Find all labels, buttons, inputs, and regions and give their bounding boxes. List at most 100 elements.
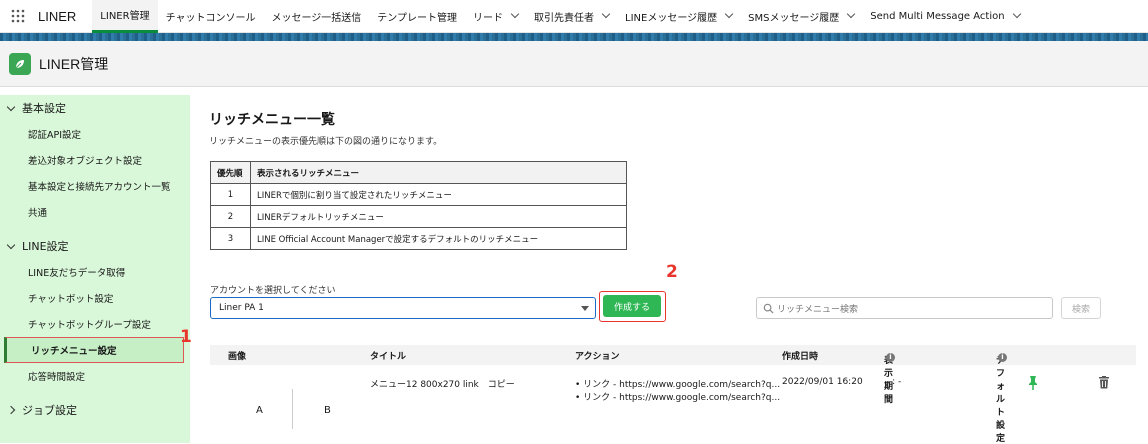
chevron-down-icon[interactable] (724, 9, 734, 19)
leaf-icon (9, 52, 31, 75)
sidebar-item-chatbot[interactable]: チャットボット設定 (0, 285, 190, 311)
nav-tab-bulk-send[interactable]: メッセージ一括送信 (263, 0, 369, 33)
table-cell: LINERデフォルトリッチメニュー (250, 205, 627, 228)
nav-tab-label: メッセージ一括送信 (271, 12, 362, 24)
nav-tab-label: LINER管理 (100, 11, 150, 22)
menu-title: メニュー12 800x270 link コピー (370, 380, 515, 390)
info-icon[interactable]: i (998, 353, 1007, 362)
table-row: 1 LINERで個別に割り当て設定されたリッチメニュー (210, 183, 627, 206)
table-cell: 2 (210, 205, 251, 228)
action-text: リンク - https://www.google.com/search?q... (583, 380, 781, 390)
table-row: 3 LINE Official Account Managerで設定するデフォル… (210, 227, 627, 250)
section-description: リッチメニューの表示優先順は下の図の通りになります。 (209, 137, 443, 147)
chevron-down-icon (6, 240, 16, 249)
sidebar-item-friend-data[interactable]: LINE友だちデータ取得 (0, 259, 190, 285)
sidebar-item-label: 基本設定と接続先アカウント一覧 (28, 182, 171, 193)
column-header-image: 画像 (228, 352, 247, 362)
account-select[interactable]: Liner PA 1 (210, 297, 596, 319)
rich-menu-search-input[interactable]: リッチメニュー検索 (756, 297, 1053, 319)
created-date: 2022/09/01 16:20 (782, 377, 863, 387)
page-header: LINER管理 (0, 41, 1148, 87)
table-header-row: 優先順 表示されるリッチメニュー (210, 161, 627, 184)
search-button-label: 検索 (1071, 304, 1090, 315)
sidebar-section-label: ジョブ設定 (22, 404, 77, 417)
main-content: リッチメニュー一覧 リッチメニューの表示優先順は下の図の通りになります。 優先順… (200, 95, 1148, 444)
app-launcher-icon[interactable] (4, 0, 32, 33)
app-name: LINER (38, 8, 77, 24)
sidebar-section-label: LINE設定 (22, 240, 69, 253)
table-cell: LINERで個別に割り当て設定されたリッチメニュー (250, 183, 627, 206)
table-cell: 3 (210, 227, 251, 250)
sidebar-item-label: 応答時間設定 (28, 372, 86, 383)
nav-tab-label: テンプレート管理 (377, 12, 457, 24)
menu-image-label-a: A (256, 405, 263, 416)
nav-tab-label: 取引先責任者 (534, 12, 594, 24)
pin-icon[interactable] (1028, 375, 1038, 391)
sidebar-item-label: 共通 (28, 208, 48, 219)
search-placeholder: リッチメニュー検索 (777, 304, 859, 315)
nav-tab-label: SMSメッセージ履歴 (748, 12, 840, 24)
table-cell: LINE Official Account Managerで設定するデフォルトの… (250, 227, 627, 250)
rich-menu-table-header: 画像 タイトル アクション 作成日時 表示期間i デフォルト設定i (210, 345, 1136, 444)
sidebar-section-label: 基本設定 (22, 102, 66, 115)
sidebar-item-chatbot-group[interactable]: チャットボットグループ設定 (0, 311, 190, 337)
sidebar-item-label: チャットボットグループ設定 (28, 320, 151, 331)
nav-tab-leads[interactable]: リード (465, 0, 526, 33)
create-button[interactable]: 作成する (603, 295, 661, 317)
nav-tab-sms-history[interactable]: SMSメッセージ履歴 (740, 0, 862, 33)
caret-down-icon (581, 306, 589, 311)
sidebar-section-line[interactable]: LINE設定 (0, 233, 190, 259)
sidebar-item-merge-object[interactable]: 差込対象オブジェクト設定 (0, 147, 190, 173)
chevron-down-icon[interactable] (601, 9, 611, 19)
sidebar-item-label: リッチメニュー設定 (31, 346, 117, 357)
chevron-down-icon[interactable] (847, 9, 856, 19)
nav-tab-chat-console[interactable]: チャットコンソール (158, 0, 264, 33)
sidebar-item-accounts[interactable]: 基本設定と接続先アカウント一覧 (0, 173, 190, 199)
sidebar-section-job[interactable]: ジョブ設定 (0, 397, 190, 423)
table-row: A B メニュー12 800x270 link コピー • リンク - http… (210, 369, 1136, 439)
sidebar-item-label: チャットボット設定 (28, 294, 114, 305)
column-header: 表示されるリッチメニュー (250, 161, 627, 184)
nav-tab-templates[interactable]: テンプレート管理 (369, 0, 465, 33)
column-header-title: タイトル (370, 352, 407, 362)
nav-tab-label: Send Multi Message Action (870, 10, 1005, 22)
account-select-label: アカウントを選択してください (210, 286, 336, 296)
chevron-right-icon (6, 405, 16, 415)
page-title: LINER管理 (39, 55, 109, 72)
menu-image-divider (292, 389, 293, 429)
annotation-highlight-box: 作成する (599, 291, 666, 322)
column-header-action: アクション (575, 352, 620, 362)
action-item: • リンク - https://www.google.com/search?q.… (575, 393, 781, 403)
table-row: 2 LINERデフォルトリッチメニュー (210, 205, 627, 228)
sidebar-item-common[interactable]: 共通 (0, 199, 190, 225)
nav-tab-line-history[interactable]: LINEメッセージ履歴 (617, 0, 740, 33)
nav-tab-liner-admin[interactable]: LINER管理 (92, 0, 158, 33)
nav-tab-send-multi-message[interactable]: Send Multi Message Action (862, 0, 1027, 33)
create-button-label: 作成する (613, 302, 650, 313)
account-select-value: Liner PA 1 (219, 303, 264, 313)
nav-tab-label: リード (473, 12, 503, 24)
search-icon (763, 303, 774, 314)
trash-icon[interactable] (1098, 375, 1110, 389)
search-button[interactable]: 検索 (1061, 297, 1101, 319)
sidebar-item-rich-menu[interactable]: リッチメニュー設定 (4, 337, 184, 363)
section-title: リッチメニュー一覧 (209, 112, 335, 128)
sidebar-item-auth-api[interactable]: 認証API設定 (0, 121, 190, 147)
table-cell: 1 (210, 183, 251, 206)
sidebar-item-response-time[interactable]: 応答時間設定 (0, 363, 190, 389)
sidebar-item-label: LINE友だちデータ取得 (28, 268, 126, 279)
info-icon[interactable]: i (886, 353, 895, 362)
top-navigation-bar: LINER LINER管理 チャットコンソール メッセージ一括送信 テンプレート… (0, 0, 1148, 33)
decorative-banner (0, 33, 1148, 41)
sidebar: 基本設定 認証API設定 差込対象オブジェクト設定 基本設定と接続先アカウント一… (0, 95, 190, 443)
sidebar-section-basic[interactable]: 基本設定 (0, 95, 190, 121)
chevron-down-icon[interactable] (1012, 9, 1021, 19)
action-text: リンク - https://www.google.com/search?q... (583, 393, 781, 403)
sidebar-item-label: 差込対象オブジェクト設定 (28, 156, 143, 167)
nav-tab-contacts[interactable]: 取引先責任者 (526, 0, 617, 33)
column-header: 優先順 (210, 161, 251, 184)
chevron-down-icon[interactable] (510, 9, 520, 19)
action-item: • リンク - https://www.google.com/search?q.… (575, 380, 781, 390)
priority-table: 優先順 表示されるリッチメニュー 1 LINERで個別に割り当て設定されたリッチ… (210, 161, 627, 250)
annotation-number-1: 1 (180, 327, 192, 347)
